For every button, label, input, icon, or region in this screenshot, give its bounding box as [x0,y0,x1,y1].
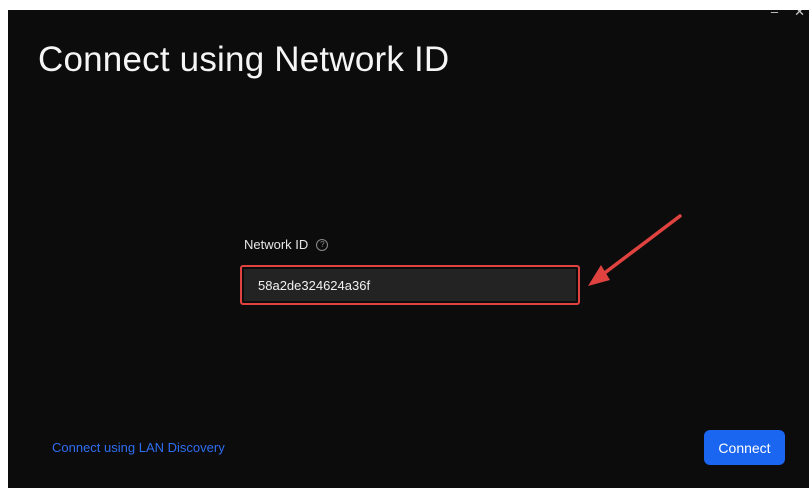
dialog-window: – ✕ Connect using Network ID Network ID … [8,10,809,488]
help-icon[interactable]: ? [316,238,329,251]
lan-discovery-link[interactable]: Connect using LAN Discovery [52,440,225,455]
close-icon[interactable]: ✕ [794,10,805,24]
connect-button[interactable]: Connect [704,430,785,465]
minimize-icon[interactable]: – [771,10,778,24]
annotation-arrow [588,214,682,286]
window-controls: – ✕ [771,10,809,24]
network-id-label-row: Network ID ? [244,237,329,252]
network-id-label: Network ID [244,237,309,252]
dialog-title: Connect using Network ID [38,40,450,79]
annotation-highlight-box [240,265,580,305]
